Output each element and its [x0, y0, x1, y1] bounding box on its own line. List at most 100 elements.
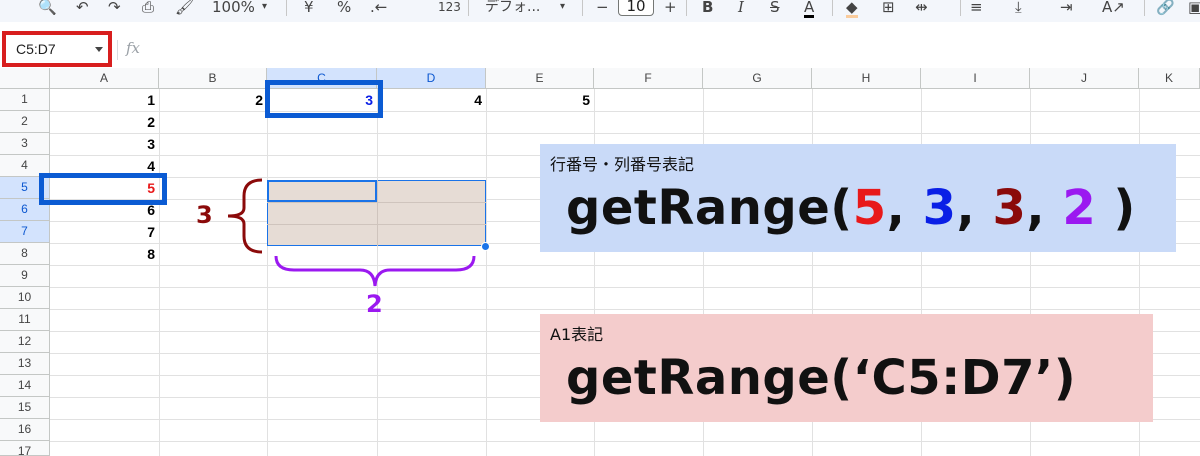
- column-header-k[interactable]: K: [1139, 68, 1200, 89]
- decimal-decrease-icon[interactable]: .←: [370, 0, 387, 18]
- selection-divider: [267, 224, 486, 225]
- align-horizontal-icon[interactable]: ≡: [970, 0, 983, 18]
- text-wrap-icon[interactable]: ⇥: [1060, 0, 1073, 18]
- row-header-13[interactable]: 13: [0, 353, 50, 375]
- text-color-button[interactable]: A: [804, 0, 815, 18]
- row-header-17[interactable]: 17: [0, 441, 50, 456]
- spreadsheet-grid[interactable]: A B C D E F G H I J K 1 2 3 4 5 6 7 8 9 …: [0, 68, 1200, 456]
- arg-num-rows: 3: [992, 180, 1027, 236]
- column-header-h[interactable]: H: [812, 68, 921, 89]
- font-size-decrease-button[interactable]: −: [596, 0, 609, 18]
- grid-line: [50, 309, 1200, 310]
- row-header-8[interactable]: 8: [0, 243, 50, 265]
- bold-button[interactable]: B: [702, 0, 713, 18]
- column-header-g[interactable]: G: [703, 68, 812, 89]
- align-vertical-icon[interactable]: ⤓: [1015, 0, 1022, 18]
- select-all-corner[interactable]: [0, 68, 50, 89]
- row-count-label: 3: [196, 201, 213, 229]
- grid-line: [50, 287, 1200, 288]
- comment-icon[interactable]: ▣: [1188, 0, 1200, 18]
- column-header-j[interactable]: J: [1030, 68, 1139, 89]
- zoom-select[interactable]: 100%: [212, 0, 255, 18]
- cell-a2[interactable]: 2: [50, 112, 159, 133]
- redo-icon[interactable]: ↷: [108, 0, 121, 18]
- cell-b1[interactable]: 2: [159, 90, 267, 111]
- toolbar-divider: [286, 0, 287, 16]
- row-header-1[interactable]: 1: [0, 89, 50, 111]
- comma: ,: [1026, 180, 1063, 236]
- a1-code: getRange(‘C5:D7’): [566, 350, 1077, 406]
- grid-line: [50, 265, 1200, 266]
- font-size-increase-button[interactable]: +: [664, 0, 677, 18]
- name-box[interactable]: C5:D7: [2, 31, 112, 67]
- paint-format-icon[interactable]: 🖌: [175, 0, 194, 18]
- print-icon[interactable]: ⎙: [142, 0, 154, 18]
- toolbar-divider: [582, 0, 583, 16]
- formula-divider: [117, 40, 118, 60]
- chevron-down-icon[interactable]: ▾: [262, 0, 267, 18]
- insert-link-icon[interactable]: 🔗: [1156, 0, 1175, 18]
- cell-a3[interactable]: 3: [50, 134, 159, 155]
- arg-column: 3: [922, 180, 957, 236]
- highlight-box-a5: [39, 173, 167, 205]
- row-header-14[interactable]: 14: [0, 375, 50, 397]
- row-header-16[interactable]: 16: [0, 419, 50, 441]
- row-header-10[interactable]: 10: [0, 287, 50, 309]
- grid-line: [50, 111, 1200, 112]
- more-formats-button[interactable]: 123: [438, 0, 461, 18]
- active-cell-c5[interactable]: [267, 180, 377, 202]
- chevron-down-icon[interactable]: ▾: [560, 0, 565, 18]
- row-header-15[interactable]: 15: [0, 397, 50, 419]
- borders-icon[interactable]: ⊞: [882, 0, 895, 18]
- row-header-3[interactable]: 3: [0, 133, 50, 155]
- row-header-9[interactable]: 9: [0, 265, 50, 287]
- grid-line: [267, 89, 268, 456]
- code-prefix: getRange(: [566, 180, 853, 236]
- percent-button[interactable]: %: [337, 0, 351, 18]
- column-count-label: 2: [366, 290, 383, 318]
- column-header-d[interactable]: D: [377, 68, 486, 89]
- fill-handle[interactable]: [481, 242, 490, 251]
- row-header-7[interactable]: 7: [0, 221, 50, 243]
- toolbar: 🔍 ↶ ↷ ⎙ 🖌 100% ▾ ¥ % .← 123 デフォ... ▾ − 1…: [0, 0, 1200, 22]
- comma: ,: [886, 180, 923, 236]
- toolbar-divider: [832, 0, 833, 16]
- cell-e1[interactable]: 5: [486, 90, 594, 111]
- rowcol-notation-label: 行番号・列番号表記: [550, 155, 695, 174]
- column-header-a[interactable]: A: [50, 68, 159, 89]
- chevron-down-icon[interactable]: [95, 47, 103, 52]
- row-header-12[interactable]: 12: [0, 331, 50, 353]
- cell-d1[interactable]: 4: [377, 90, 486, 111]
- toolbar-divider: [686, 0, 687, 16]
- cell-a7[interactable]: 7: [50, 222, 159, 243]
- cell-a8[interactable]: 8: [50, 244, 159, 265]
- column-header-f[interactable]: F: [594, 68, 703, 89]
- currency-button[interactable]: ¥: [304, 0, 314, 18]
- column-header-b[interactable]: B: [159, 68, 267, 89]
- cell-a1[interactable]: 1: [50, 90, 159, 111]
- selection-divider: [267, 202, 486, 203]
- column-header-i[interactable]: I: [921, 68, 1030, 89]
- italic-button[interactable]: I: [738, 0, 744, 18]
- merge-cells-icon[interactable]: ⇹: [915, 0, 928, 18]
- selection-divider: [377, 180, 378, 246]
- row-header-2[interactable]: 2: [0, 111, 50, 133]
- row-brace-icon: [227, 178, 263, 254]
- arg-num-columns: 2: [1062, 180, 1097, 236]
- font-size-input[interactable]: 10: [618, 0, 654, 16]
- a1-notation-panel: A1表記 getRange(‘C5:D7’): [540, 314, 1153, 422]
- undo-icon[interactable]: ↶: [76, 0, 89, 18]
- code-suffix: ): [1096, 180, 1136, 236]
- row-header-11[interactable]: 11: [0, 309, 50, 331]
- font-select[interactable]: デフォ...: [485, 0, 540, 18]
- fx-icon: fx: [126, 39, 141, 57]
- column-header-e[interactable]: E: [486, 68, 594, 89]
- text-rotate-icon[interactable]: A↗: [1102, 0, 1125, 18]
- search-icon[interactable]: 🔍: [38, 0, 57, 18]
- strikethrough-button[interactable]: S: [770, 0, 780, 18]
- fill-color-icon[interactable]: ◆: [846, 0, 858, 18]
- grid-line: [50, 133, 1200, 134]
- rowcol-code: getRange(5, 3, 3, 2 ): [566, 180, 1136, 236]
- formula-bar: C5:D7 fx: [0, 28, 1200, 68]
- arg-row: 5: [852, 180, 887, 236]
